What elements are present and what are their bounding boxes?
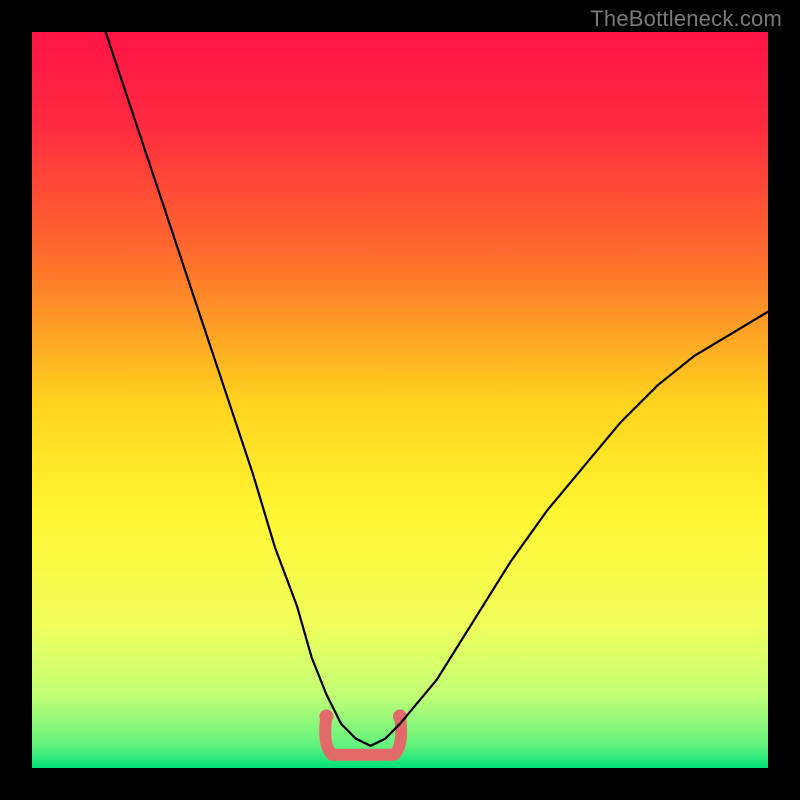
bottleneck-plot [32,32,768,768]
chart-frame: TheBottleneck.com [0,0,800,800]
flat-zone-endcap [319,709,333,723]
plot-svg [32,32,768,768]
watermark-text: TheBottleneck.com [590,6,782,32]
